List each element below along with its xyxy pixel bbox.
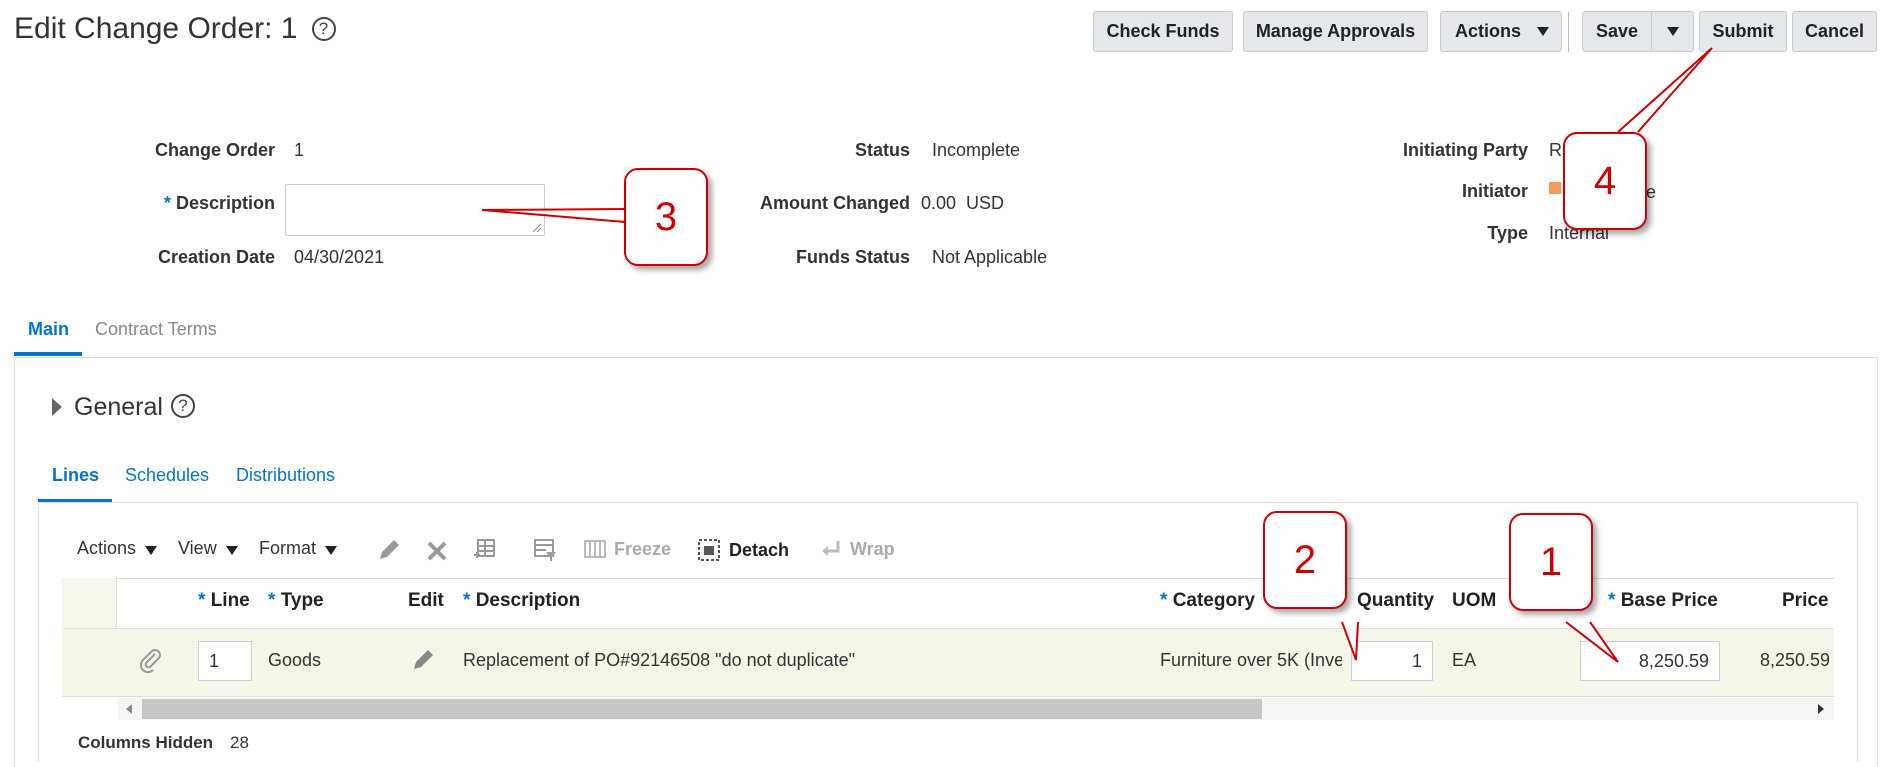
initiator-label: Initiator — [1462, 181, 1528, 201]
wrap-icon — [822, 541, 840, 556]
chevron-down-icon — [1666, 27, 1679, 36]
row-type-value: Goods — [268, 650, 322, 670]
funds-status-label: Funds Status — [795, 247, 910, 267]
scrollbar-thumb[interactable] — [142, 699, 1262, 719]
wrap-label: Wrap — [850, 538, 895, 559]
column-header-description[interactable]: * Description — [463, 590, 580, 612]
freeze-label: Freeze — [614, 538, 672, 559]
change-order-value: 1 — [294, 140, 305, 160]
columns-hidden-label: Columns Hidden — [78, 733, 214, 752]
tab-schedules[interactable]: Schedules — [125, 465, 209, 486]
table-row[interactable] — [62, 628, 1834, 697]
expand-triangle-icon[interactable] — [52, 398, 62, 416]
column-header-quantity[interactable]: Quantity — [1357, 590, 1434, 612]
resize-grip-icon — [532, 223, 542, 233]
creation-date-label: Creation Date — [157, 247, 275, 267]
funds-status-value: Not Applicable — [932, 247, 1048, 267]
tab-lines[interactable]: Lines — [52, 465, 99, 486]
status-label: Status — [854, 140, 910, 160]
person-icon — [1549, 182, 1561, 194]
column-header-type[interactable]: * Type — [268, 590, 324, 612]
required-mark: * — [163, 193, 171, 213]
paperclip-icon[interactable] — [138, 648, 164, 674]
column-header-line[interactable]: * Line — [198, 590, 250, 612]
description-label: * Description — [110, 193, 275, 214]
description-label-text: Description — [175, 193, 275, 213]
table-actions-menu[interactable]: Actions — [77, 538, 158, 559]
status-value: Incomplete — [932, 140, 1021, 160]
chevron-down-icon — [1537, 27, 1550, 36]
tab-main[interactable]: Main — [28, 319, 69, 340]
column-header-uom[interactable]: UOM — [1452, 590, 1496, 612]
pencil-icon[interactable] — [376, 537, 402, 563]
row-price-value: 8,250.59 — [1760, 650, 1830, 670]
type-label: Type — [1487, 223, 1528, 243]
tab-distributions[interactable]: Distributions — [236, 465, 335, 486]
view-menu[interactable]: View — [178, 538, 238, 559]
actions-menu-label: Actions — [1455, 21, 1522, 41]
row-description-value: Replacement of PO#92146508 "do not dupli… — [463, 650, 856, 670]
detach-label: Detach — [729, 539, 790, 560]
chevron-down-icon — [225, 546, 238, 555]
format-label: Format — [259, 538, 317, 558]
callout-4: 4 — [1563, 132, 1647, 230]
amount-changed-value: 0.00 USD — [921, 193, 1005, 213]
wrap-button: Wrap — [820, 538, 895, 560]
detach-icon — [698, 539, 720, 561]
cancel-button[interactable]: Cancel — [1792, 11, 1877, 52]
submit-button[interactable]: Submit — [1699, 11, 1787, 52]
creation-date-value: 04/30/2021 — [294, 247, 385, 267]
chevron-down-icon — [325, 546, 338, 555]
check-funds-button[interactable]: Check Funds — [1093, 11, 1233, 52]
row-uom-value: EA — [1452, 650, 1477, 670]
insert-column-icon[interactable] — [472, 537, 498, 563]
amount-changed-label: Amount Changed — [760, 193, 910, 213]
pencil-icon[interactable] — [410, 647, 436, 673]
save-button[interactable]: Save — [1583, 21, 1651, 42]
base-price-input[interactable]: 8,250.59 — [1580, 641, 1720, 681]
chevron-down-icon — [145, 546, 158, 555]
column-header-edit[interactable]: Edit — [408, 590, 444, 612]
initiating-party-label: Initiating Party — [1402, 140, 1528, 160]
callout-2: 2 — [1263, 511, 1347, 609]
quantity-input[interactable]: 1 — [1351, 641, 1433, 681]
view-label: View — [178, 538, 217, 558]
page-title-text: Edit Change Order: 1 — [14, 12, 298, 45]
freeze-icon — [584, 540, 606, 558]
table-actions-label: Actions — [77, 538, 137, 558]
description-field[interactable] — [285, 184, 545, 236]
format-menu[interactable]: Format — [259, 538, 338, 559]
query-filter-icon[interactable] — [532, 537, 558, 563]
tab-main-indicator — [14, 352, 82, 356]
delete-x-icon[interactable] — [425, 539, 449, 563]
scroll-left-icon[interactable] — [126, 704, 132, 714]
tab-contract-terms[interactable]: Contract Terms — [95, 319, 217, 340]
column-header-category[interactable]: * Category — [1160, 590, 1255, 612]
save-button-group: Save — [1582, 11, 1694, 52]
column-header-price[interactable]: Price — [1782, 590, 1828, 612]
save-dropdown-button[interactable] — [1652, 27, 1693, 36]
help-icon[interactable]: ? — [171, 394, 195, 418]
callout-1: 1 — [1509, 513, 1593, 611]
line-number-input[interactable]: 1 — [198, 641, 252, 681]
change-order-label: Change Order — [154, 140, 275, 160]
scroll-right-icon[interactable] — [1818, 704, 1824, 714]
initiating-party-value: R — [1549, 140, 1562, 160]
actions-menu-button[interactable]: Actions — [1440, 11, 1562, 52]
callout-3: 3 — [624, 168, 708, 266]
help-icon[interactable]: ? — [311, 17, 336, 41]
page-title: Edit Change Order: 1 ? — [14, 12, 336, 46]
detach-button[interactable]: Detach — [697, 538, 789, 562]
toolbar-divider — [1568, 12, 1569, 52]
columns-hidden-value: 28 — [230, 733, 249, 752]
freeze-button: Freeze — [584, 538, 671, 560]
manage-approvals-button[interactable]: Manage Approvals — [1243, 11, 1428, 52]
initiator-value[interactable]: e — [1646, 182, 1656, 203]
column-header-base-price[interactable]: * Base Price — [1608, 590, 1718, 612]
general-section-title[interactable]: General — [74, 393, 163, 422]
row-category-value: Furniture over 5K (Inve — [1160, 650, 1342, 670]
